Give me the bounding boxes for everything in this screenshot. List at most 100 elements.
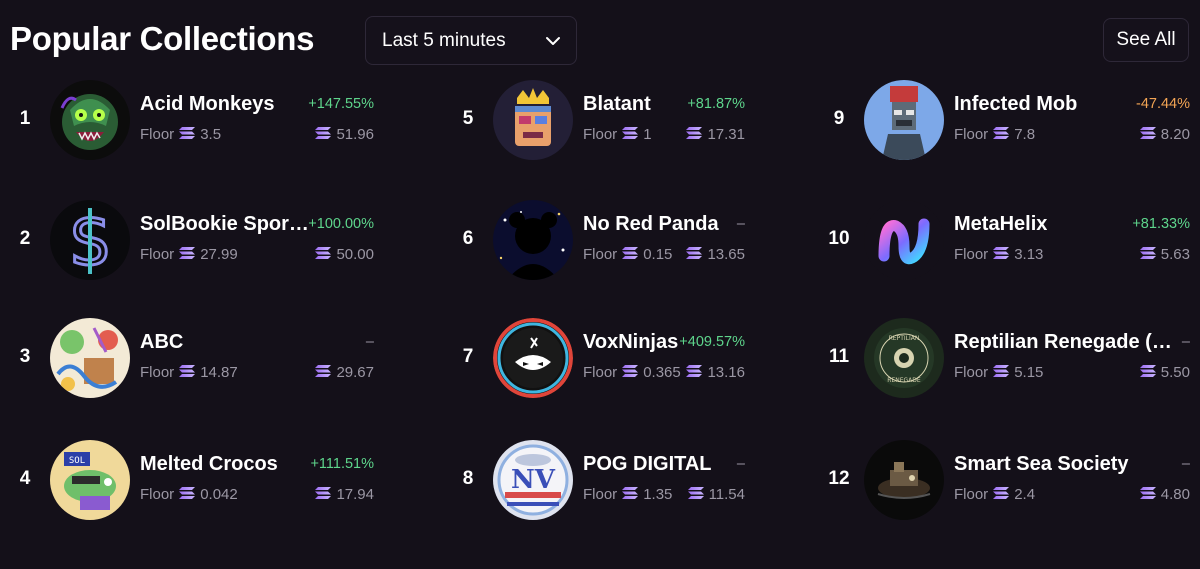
floor-label: Floor bbox=[583, 364, 618, 381]
floor-price: Floor 2.4 bbox=[954, 486, 1035, 503]
floor-price: Floor 0.15 bbox=[583, 246, 672, 263]
solana-icon bbox=[993, 364, 1010, 381]
sea-society-avatar[interactable] bbox=[864, 440, 944, 520]
collection-row[interactable]: 11 REPTILIAN RENEGADE Reptilian Renegade (L… bbox=[824, 318, 1190, 398]
rank-number: 4 bbox=[19, 468, 31, 489]
reptilian-avatar[interactable]: REPTILIAN RENEGADE bbox=[864, 318, 944, 398]
collection-row[interactable]: 8 NV POG DIGITAL – Floor 1.35 11.54 bbox=[453, 440, 745, 520]
volume: 5.63 bbox=[1139, 246, 1190, 263]
collection-name[interactable]: MetaHelix bbox=[954, 213, 1047, 236]
floor-value: 0.042 bbox=[200, 486, 238, 503]
floor-value: 3.5 bbox=[200, 126, 222, 143]
volume-value: 5.63 bbox=[1160, 246, 1190, 263]
solana-icon bbox=[179, 126, 196, 143]
solana-icon bbox=[315, 364, 332, 381]
price-change: +81.33% bbox=[1132, 216, 1190, 232]
rank-number: 7 bbox=[462, 346, 474, 367]
rank-number: 11 bbox=[828, 346, 850, 367]
collection-name[interactable]: No Red Panda bbox=[583, 213, 719, 236]
floor-value: 0.365 bbox=[643, 364, 681, 381]
floor-price: Floor 7.8 bbox=[954, 126, 1035, 143]
volume: 11.54 bbox=[687, 486, 745, 503]
collection-row[interactable]: 6 No Red Panda – Floor 0.15 13.65 bbox=[453, 200, 745, 280]
collection-name[interactable]: VoxNinjas bbox=[583, 331, 678, 354]
volume-value: 13.65 bbox=[707, 246, 745, 263]
volume: 5.50 bbox=[1139, 364, 1190, 381]
solana-icon bbox=[315, 246, 332, 263]
collection-name[interactable]: POG DIGITAL bbox=[583, 453, 712, 476]
collection-name[interactable]: Blatant bbox=[583, 93, 651, 116]
collection-row[interactable]: 3 ABC – Floor 14.87 29.67 bbox=[10, 318, 374, 398]
floor-label: Floor bbox=[140, 364, 175, 381]
volume-value: 50.00 bbox=[336, 246, 374, 263]
collection-row[interactable]: 7 VoxNinjas +409.57% Floor 0.365 13.16 bbox=[453, 318, 745, 398]
solana-icon bbox=[179, 486, 196, 503]
svg-text:RENEGADE: RENEGADE bbox=[887, 377, 921, 384]
floor-price: Floor 0.042 bbox=[140, 486, 238, 503]
solana-icon bbox=[1139, 246, 1156, 263]
ninja-avatar[interactable] bbox=[493, 318, 573, 398]
volume: 13.16 bbox=[686, 364, 745, 381]
floor-price: Floor 3.5 bbox=[140, 126, 221, 143]
panda-avatar[interactable] bbox=[493, 200, 573, 280]
volume: 13.65 bbox=[686, 246, 745, 263]
abc-avatar[interactable] bbox=[50, 318, 130, 398]
rank-number: 6 bbox=[462, 228, 474, 249]
floor-label: Floor bbox=[140, 486, 175, 503]
dollar-s-avatar[interactable]: S bbox=[50, 200, 130, 280]
price-change: – bbox=[1181, 456, 1190, 472]
volume: 8.20 bbox=[1139, 126, 1190, 143]
collection-name[interactable]: Infected Mob bbox=[954, 93, 1077, 116]
price-change: +111.51% bbox=[310, 456, 374, 472]
price-change: – bbox=[736, 456, 745, 472]
collections-grid: 1 Acid Monkeys +147.55% Floor 3.5 51.96 2 S SolB… bbox=[0, 0, 1200, 569]
solana-icon bbox=[993, 246, 1010, 263]
volume: 29.67 bbox=[315, 364, 374, 381]
pog-avatar[interactable]: NV bbox=[493, 440, 573, 520]
collection-row[interactable]: 4 SOL Melted Crocos +111.51% Floor 0.042 17.94 bbox=[10, 440, 374, 520]
solana-icon bbox=[687, 486, 704, 503]
collection-row[interactable]: 10 MetaHelix +81.33% Floor 3.13 5.63 bbox=[824, 200, 1190, 280]
collection-row[interactable]: 1 Acid Monkeys +147.55% Floor 3.5 51.96 bbox=[10, 80, 374, 160]
collection-row[interactable]: 9 Infected Mob -47.44% Floor 7.8 8.20 bbox=[824, 80, 1190, 160]
floor-label: Floor bbox=[954, 486, 989, 503]
price-change: +147.55% bbox=[308, 96, 374, 112]
svg-text:SOL: SOL bbox=[69, 456, 85, 466]
floor-value: 0.15 bbox=[643, 246, 673, 263]
mob-avatar[interactable] bbox=[864, 80, 944, 160]
volume-value: 5.50 bbox=[1160, 364, 1190, 381]
floor-value: 14.87 bbox=[200, 364, 238, 381]
floor-price: Floor 5.15 bbox=[954, 364, 1043, 381]
collection-name[interactable]: Melted Crocos bbox=[140, 453, 278, 476]
collection-name[interactable]: Smart Sea Society bbox=[954, 453, 1129, 476]
collection-name[interactable]: ABC bbox=[140, 331, 183, 354]
floor-label: Floor bbox=[954, 246, 989, 263]
acid-monkey-avatar[interactable] bbox=[50, 80, 130, 160]
collection-row[interactable]: 2 S SolBookie Spor… +100.00% Floor 27.99 50.00 bbox=[10, 200, 374, 280]
solana-icon bbox=[179, 364, 196, 381]
svg-text:NV: NV bbox=[511, 465, 556, 495]
price-change: +100.00% bbox=[308, 216, 374, 232]
volume-value: 51.96 bbox=[336, 126, 374, 143]
croco-avatar[interactable]: SOL bbox=[50, 440, 130, 520]
collection-row[interactable]: 5 Blatant +81.87% Floor 1 17.31 bbox=[453, 80, 745, 160]
volume: 50.00 bbox=[315, 246, 374, 263]
volume-value: 11.54 bbox=[708, 486, 745, 503]
floor-value: 7.8 bbox=[1014, 126, 1036, 143]
volume-value: 17.31 bbox=[707, 126, 745, 143]
blatant-avatar[interactable] bbox=[493, 80, 573, 160]
price-change: +409.57% bbox=[679, 334, 745, 350]
rank-number: 3 bbox=[19, 346, 31, 367]
rank-number: 5 bbox=[462, 108, 474, 129]
floor-price: Floor 14.87 bbox=[140, 364, 238, 381]
collection-name[interactable]: Reptilian Renegade (Li… bbox=[954, 331, 1179, 354]
collection-name[interactable]: SolBookie Spor… bbox=[140, 213, 309, 236]
floor-label: Floor bbox=[583, 126, 618, 143]
floor-price: Floor 1 bbox=[583, 126, 652, 143]
helix-avatar[interactable] bbox=[864, 200, 944, 280]
collection-row[interactable]: 12 Smart Sea Society – Floor 2.4 4.80 bbox=[824, 440, 1190, 520]
volume-value: 17.94 bbox=[336, 486, 374, 503]
floor-value: 1 bbox=[643, 126, 652, 143]
collection-name[interactable]: Acid Monkeys bbox=[140, 93, 274, 116]
solana-icon bbox=[622, 126, 639, 143]
